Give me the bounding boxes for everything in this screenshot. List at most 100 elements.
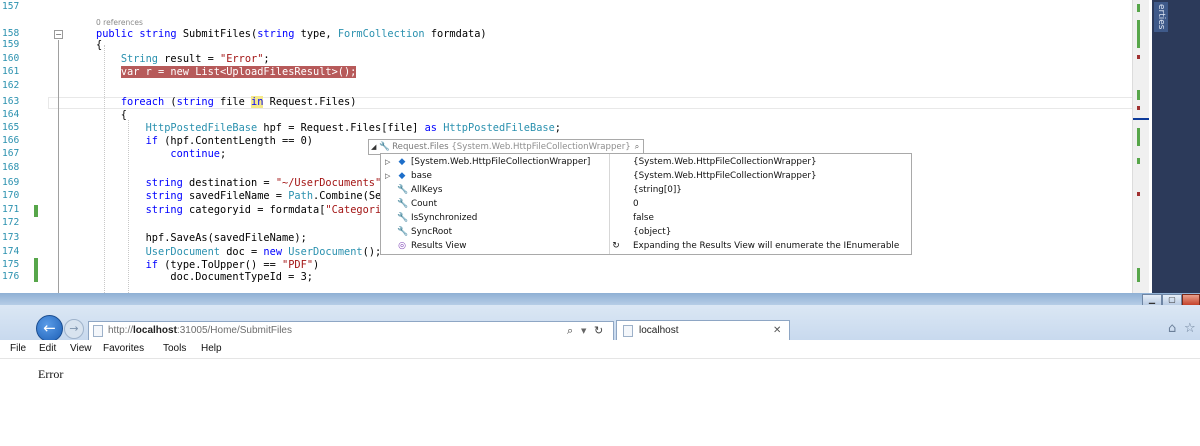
menu-tools[interactable]: Tools <box>163 340 186 358</box>
object-icon: ◆ <box>398 157 406 167</box>
datatip-expression: Request.Files <box>392 142 449 152</box>
member-value: {System.Web.HttpFileCollectionWrapper} <box>633 171 817 181</box>
code-line[interactable]: UserDocument doc = new UserDocument(); <box>96 246 382 258</box>
page-text: Error <box>38 367 64 381</box>
line-number: 161 <box>2 66 20 77</box>
visualizer-icon[interactable]: ⌕ <box>635 140 639 154</box>
star-icon[interactable]: ☆ <box>1184 321 1196 336</box>
overview-marker <box>1137 192 1140 196</box>
code-line[interactable]: { <box>96 110 127 121</box>
editor-vertical-scrollbar[interactable] <box>1132 0 1149 293</box>
references-codelens[interactable]: 0 references <box>96 18 143 27</box>
home-icon[interactable]: ⌂ <box>1168 321 1176 336</box>
code-line[interactable]: doc.DocumentTypeId = 3; <box>96 272 313 283</box>
code-token: "PDF" <box>282 259 314 271</box>
refresh-icon[interactable]: ↻ <box>594 322 603 340</box>
code-token: "Categori <box>325 204 382 216</box>
datatip-row[interactable]: ▷ ◆ base {System.Web.HttpFileCollectionWrap… <box>381 170 911 182</box>
line-number: 160 <box>2 53 20 64</box>
code-line[interactable]: if (type.ToUpper() == "PDF") <box>96 259 320 271</box>
search-icon[interactable]: ⌕ <box>567 322 573 340</box>
collapse-toggle-icon[interactable]: − <box>54 30 63 39</box>
code-token: continue <box>170 148 221 160</box>
tab-favicon-icon <box>623 325 633 337</box>
datatip-row[interactable]: ▷ ◆ [System.Web.HttpFileCollectionWrapper]… <box>381 156 911 168</box>
code-token: string <box>145 177 190 189</box>
code-token: string <box>176 96 221 108</box>
datatip-row[interactable]: 🔧 Count 0 <box>381 198 911 210</box>
code-line[interactable]: string destination = "~/UserDocuments" <box>96 177 382 189</box>
menu-help[interactable]: Help <box>201 340 222 358</box>
address-bar[interactable]: http://localhost:31005/Home/SubmitFiles … <box>88 321 614 341</box>
code-token: new <box>263 246 289 258</box>
navigation-toolbar: ← → http://localhost:31005/Home/SubmitFi… <box>0 305 1200 342</box>
line-number: 174 <box>2 246 20 257</box>
code-line[interactable]: var r = new List<UploadFilesResult>(); <box>96 66 357 78</box>
datatip-row[interactable]: 🔧 SyncRoot {object} <box>381 226 911 238</box>
address-url[interactable]: http://localhost:31005/Home/SubmitFiles <box>108 322 292 340</box>
code-line[interactable]: hpf.SaveAs(savedFileName); <box>96 233 307 244</box>
code-line[interactable]: String result = "Error"; <box>96 54 270 65</box>
code-line[interactable]: string categoryid = formdata["Categori <box>96 204 382 216</box>
properties-tab-label[interactable]: erties <box>1154 2 1168 32</box>
expand-arrow-icon[interactable]: ▷ <box>385 156 393 168</box>
code-token: "Error" <box>220 53 264 65</box>
code-token: Path <box>288 190 314 202</box>
line-number: 173 <box>2 232 20 243</box>
chevron-down-icon[interactable]: ▼ <box>581 322 586 340</box>
collapse-triangle-icon[interactable]: ◢ <box>371 143 376 151</box>
expand-arrow-icon[interactable]: ▷ <box>385 170 393 182</box>
code-line[interactable]: { <box>96 40 102 51</box>
code-token: (hpf.ContentLength == 0) <box>164 135 314 147</box>
refresh-icon[interactable]: ↻ <box>611 240 621 252</box>
back-button[interactable]: ← <box>36 315 63 342</box>
browser-tab[interactable]: localhost ✕ <box>616 320 790 341</box>
properties-panel-tab[interactable]: erties <box>1152 0 1200 293</box>
line-number: 165 <box>2 122 20 133</box>
code-token: if <box>145 135 165 147</box>
member-value: {System.Web.HttpFileCollectionWrapper} <box>633 157 817 167</box>
code-line[interactable]: 0 references <box>96 17 143 29</box>
code-line[interactable]: HttpPostedFileBase hpf = Request.Files[f… <box>96 123 561 134</box>
code-line[interactable]: if (hpf.ContentLength == 0) <box>96 136 313 147</box>
line-number: 172 <box>2 217 20 228</box>
menu-file[interactable]: File <box>10 340 26 358</box>
results-view-icon: ◎ <box>398 241 406 251</box>
code-token: String <box>120 53 159 65</box>
wrench-icon: 🔧 <box>397 213 409 223</box>
code-token: UserDocument <box>288 246 363 258</box>
datatip-row[interactable]: 🔧 IsSynchronized false <box>381 212 911 224</box>
menu-edit[interactable]: Edit <box>39 340 56 358</box>
member-name: base <box>411 171 432 181</box>
code-token: string <box>145 190 190 202</box>
member-value: false <box>633 213 654 223</box>
datatip-row[interactable]: ◎ Results View ↻ Expanding the Results View… <box>381 240 911 252</box>
code-token: in <box>251 96 264 108</box>
datatip-members[interactable]: ▷ ◆ [System.Web.HttpFileCollectionWrapper]… <box>380 153 912 255</box>
code-line[interactable]: string savedFileName = Path.Combine(Se <box>96 190 382 202</box>
window-titlebar[interactable]: ▁ ▢ <box>0 293 1200 306</box>
code-line[interactable]: public string SubmitFiles(string type, F… <box>96 29 487 40</box>
code-token: doc.DocumentTypeId = 3; <box>96 271 313 283</box>
datatip-row[interactable]: 🔧 AllKeys {string[0]} <box>381 184 911 196</box>
code-line[interactable]: continue; <box>96 149 226 160</box>
overview-marker <box>1137 128 1140 146</box>
code-line[interactable]: foreach (string file in Request.Files) <box>96 96 356 108</box>
member-value: {object} <box>633 227 672 237</box>
code-token: HttpPostedFileBase <box>145 122 258 134</box>
forward-button[interactable]: → <box>64 319 84 339</box>
close-tab-icon[interactable]: ✕ <box>773 321 781 341</box>
code-token: hpf = Request.Files[file] <box>257 122 425 134</box>
menu-view[interactable]: View <box>70 340 92 358</box>
line-number: 157 <box>2 1 20 12</box>
line-number: 159 <box>2 39 20 50</box>
code-token: SubmitFiles( <box>182 28 258 40</box>
wrench-icon: 🔧 <box>397 185 409 195</box>
overview-marker <box>1137 106 1140 110</box>
code-token: (); <box>362 246 382 258</box>
menu-favorites[interactable]: Favorites <box>103 340 144 358</box>
